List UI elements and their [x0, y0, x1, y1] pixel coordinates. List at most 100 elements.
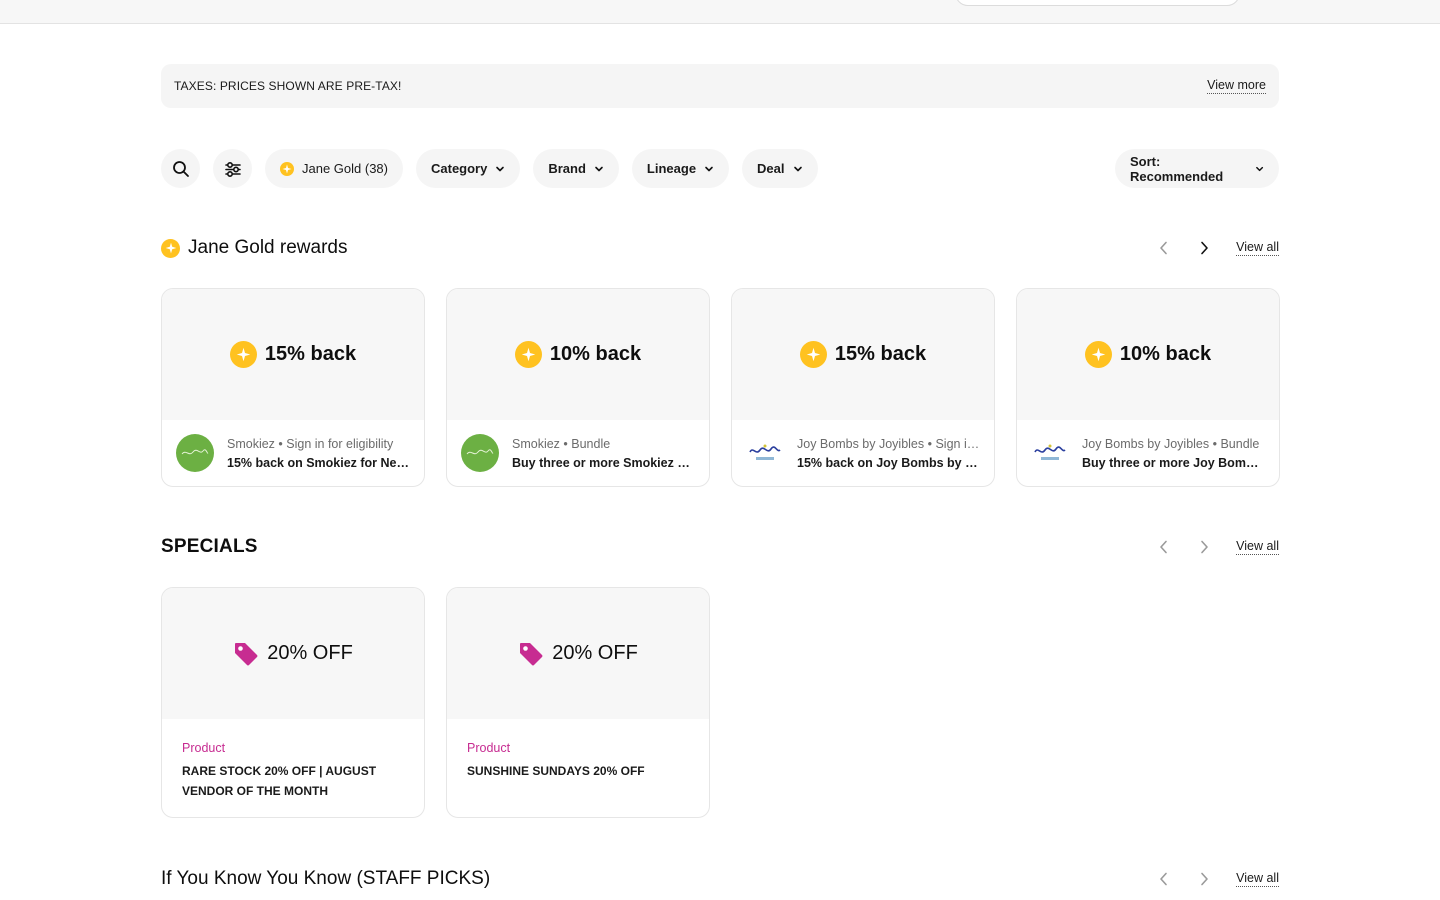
notice-text: TAXES: PRICES SHOWN ARE PRE-TAX! [174, 79, 402, 93]
chevron-down-icon [496, 166, 505, 171]
chevron-left-icon [1160, 241, 1167, 255]
reward-card-header: 15% back [162, 289, 424, 420]
jane-gold-icon [229, 341, 257, 368]
specials-view-all-link[interactable]: View all [1236, 539, 1279, 555]
category-filter-label: Category [431, 161, 488, 176]
rewards-section-header: Jane Gold rewards View all [161, 234, 1279, 262]
reward-card[interactable]: 15% back Joy Bombs by Joyibles • Sign in… [731, 288, 995, 487]
smokiez-logo [461, 434, 499, 472]
jane-gold-icon [514, 341, 542, 368]
specials-prev-button[interactable] [1144, 533, 1184, 561]
brand-filter[interactable]: Brand [533, 149, 619, 188]
rewards-next-button[interactable] [1184, 234, 1224, 262]
chevron-down-icon [595, 166, 603, 171]
reward-card[interactable]: 10% back Smokiez • Bundle Buy three or m… [446, 288, 710, 487]
reward-card-header: 10% back [1017, 289, 1279, 420]
reward-value: 15% back [264, 343, 357, 365]
specials-section-header: SPECIALS View all [161, 533, 1279, 561]
deal-filter-label: Deal [757, 161, 785, 176]
rewards-prev-button[interactable] [1144, 234, 1184, 262]
chevron-down-icon [1255, 166, 1263, 171]
jane-gold-filter-label: Jane Gold (38) [302, 161, 388, 176]
sliders-icon [224, 161, 241, 177]
staff-picks-section-header: If You Know You Know (STAFF PICKS) View … [161, 865, 1279, 893]
joybombs-logo [746, 434, 784, 472]
chevron-down-icon [793, 166, 802, 171]
search-button[interactable] [161, 149, 200, 188]
jane-gold-icon [280, 161, 294, 176]
rewards-title-text: Jane Gold rewards [188, 237, 348, 258]
special-card[interactable]: 20% OFF Product RARE STOCK 20% OFF | AUG… [161, 587, 425, 818]
special-value: 20% OFF [552, 642, 638, 664]
lineage-filter-label: Lineage [646, 161, 697, 176]
reward-meta: Joy Bombs by Joyibles • Sign in for elig… [797, 436, 980, 451]
reward-description: Buy three or more Joy Bombs products [1082, 455, 1265, 470]
reward-card-body: Smokiez • Bundle Buy three or more Smoki… [447, 420, 709, 486]
price-tag-icon [235, 642, 258, 665]
special-card-header: 20% OFF [447, 588, 709, 719]
special-value: 20% OFF [267, 642, 353, 664]
reward-card[interactable]: 10% back Joy Bombs by Joyibles • Bundle … [1016, 288, 1280, 487]
jane-gold-icon [799, 341, 827, 368]
chevron-right-icon [1201, 872, 1208, 886]
chevron-right-icon [1201, 241, 1208, 255]
specials-nav: View all [1144, 533, 1279, 561]
special-card-header: 20% OFF [162, 588, 424, 719]
top-header [0, 0, 1440, 24]
special-card[interactable]: 20% OFF Product SUNSHINE SUNDAYS 20% OFF [446, 587, 710, 818]
special-name: SUNSHINE SUNDAYS 20% OFF [467, 764, 645, 778]
reward-description: 15% back on Smokiez for New Customers [227, 455, 410, 470]
smokiez-logo [176, 434, 214, 472]
special-kind: Product [467, 741, 511, 755]
sort-dropdown[interactable]: Sort: Recommended [1115, 149, 1279, 188]
view-more-link[interactable]: View more [1207, 78, 1266, 94]
reward-meta: Joy Bombs by Joyibles • Bundle [1082, 436, 1260, 451]
reward-card[interactable]: 15% back Smokiez • Sign in for eligibili… [161, 288, 425, 487]
reward-card-header: 10% back [447, 289, 709, 420]
rewards-card-row: 15% back Smokiez • Sign in for eligibili… [161, 288, 1280, 487]
rewards-nav: View all [1144, 234, 1279, 262]
specials-title: SPECIALS [161, 536, 258, 557]
reward-meta: Smokiez • Bundle [512, 436, 611, 451]
reward-value: 10% back [1119, 343, 1212, 365]
header-search-box[interactable] [955, 0, 1240, 6]
special-card-body: Product SUNSHINE SUNDAYS 20% OFF [447, 719, 709, 781]
jane-gold-filter[interactable]: Jane Gold (38) [265, 149, 403, 188]
chevron-left-icon [1160, 540, 1167, 554]
sort-label: Sort: Recommended [1130, 153, 1224, 184]
staff-picks-title: If You Know You Know (STAFF PICKS) [161, 868, 491, 889]
special-card-body: Product RARE STOCK 20% OFF | AUGUST VEND… [162, 719, 424, 801]
reward-value: 15% back [834, 343, 927, 365]
special-kind: Product [182, 741, 226, 755]
reward-card-body: Smokiez • Sign in for eligibility 15% ba… [162, 420, 424, 486]
lineage-filter[interactable]: Lineage [631, 149, 730, 188]
jane-gold-icon [1084, 341, 1112, 368]
filter-settings-button[interactable] [213, 149, 252, 188]
search-icon [172, 160, 189, 177]
staff-picks-prev-button[interactable] [1144, 865, 1184, 893]
specials-next-button[interactable] [1184, 533, 1224, 561]
tax-notice-banner: TAXES: PRICES SHOWN ARE PRE-TAX! View mo… [161, 64, 1279, 108]
reward-description: Buy three or more Smokiez products [512, 455, 695, 470]
rewards-title: Jane Gold rewards [161, 237, 347, 259]
deal-filter[interactable]: Deal [742, 149, 818, 188]
reward-meta: Smokiez • Sign in for eligibility [227, 436, 394, 451]
special-name: RARE STOCK 20% OFF | AUGUST VENDOR OF TH… [182, 764, 377, 798]
reward-card-header: 15% back [732, 289, 994, 420]
jane-gold-icon [161, 238, 180, 258]
staff-picks-view-all-link[interactable]: View all [1236, 871, 1279, 887]
reward-card-body: Joy Bombs by Joyibles • Sign in for elig… [732, 420, 994, 486]
reward-card-body: Joy Bombs by Joyibles • Bundle Buy three… [1017, 420, 1279, 486]
chevron-right-icon [1201, 540, 1208, 554]
joybombs-logo [1031, 434, 1069, 472]
reward-value: 10% back [549, 343, 642, 365]
chevron-left-icon [1160, 872, 1167, 886]
category-filter[interactable]: Category [416, 149, 521, 188]
rewards-view-all-link[interactable]: View all [1236, 240, 1279, 256]
specials-card-row: 20% OFF Product RARE STOCK 20% OFF | AUG… [161, 587, 710, 818]
brand-filter-label: Brand [548, 161, 586, 176]
price-tag-icon [520, 642, 543, 665]
staff-picks-next-button[interactable] [1184, 865, 1224, 893]
staff-picks-nav: View all [1144, 865, 1279, 893]
filter-bar: Jane Gold (38) Category Brand Lineage De… [161, 149, 818, 188]
